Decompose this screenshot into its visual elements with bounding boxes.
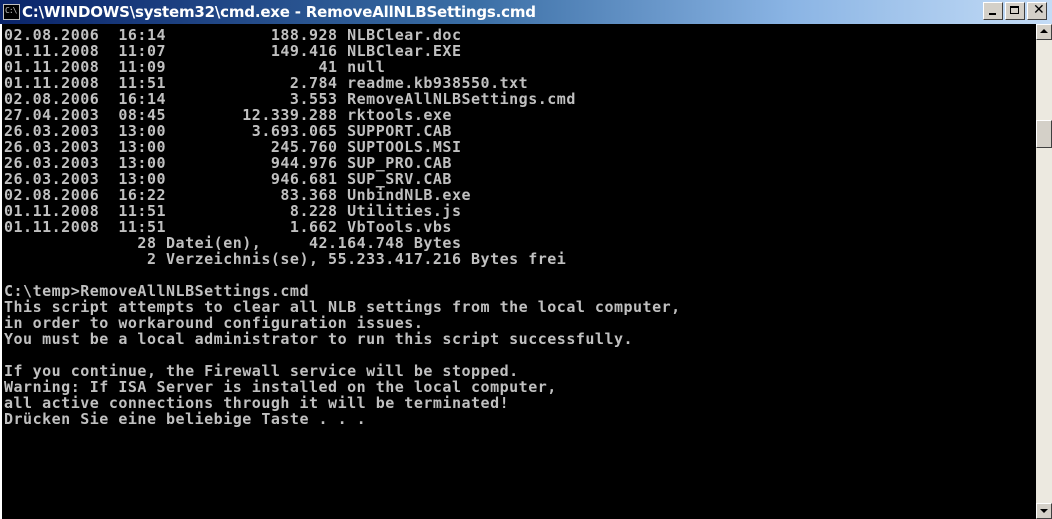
console-icon[interactable]: C:\: [3, 4, 20, 20]
console-line: Warning: If ISA Server is installed on t…: [4, 378, 557, 396]
console-line: You must be a local administrator to run…: [4, 330, 634, 348]
window-title: C:\WINDOWS\system32\cmd.exe - RemoveAllN…: [22, 3, 536, 21]
console-line: 27.04.2003 08:45 12.339.288 rktools.exe: [4, 106, 452, 124]
console-line: Drücken Sie eine beliebige Taste . . .: [4, 410, 367, 428]
console-icon-text: C:\: [5, 6, 17, 15]
title-bar[interactable]: C:\ C:\WINDOWS\system32\cmd.exe - Remove…: [0, 0, 1052, 24]
console-line: C:\temp>RemoveAllNLBSettings.cmd: [4, 282, 309, 300]
console-line: 26.03.2003 13:00 946.681 SUP_SRV.CAB: [4, 170, 452, 188]
maximize-icon[interactable]: [1005, 2, 1025, 20]
console-line: all active connections through it will b…: [4, 394, 510, 412]
scroll-down-icon[interactable]: [1036, 503, 1052, 519]
console-line: 02.08.2006 16:14 188.928 NLBClear.doc: [4, 26, 462, 44]
console-line: If you continue, the Firewall service wi…: [4, 362, 519, 380]
console-line: in order to workaround configuration iss…: [4, 314, 424, 332]
console-line: 2 Verzeichnis(se), 55.233.417.216 Bytes …: [4, 250, 567, 268]
console-line: This script attempts to clear all NLB se…: [4, 298, 681, 316]
console-line: 01.11.2008 11:51 2.784 readme.kb938550.t…: [4, 74, 529, 92]
vertical-scrollbar[interactable]: [1036, 24, 1052, 519]
minimize-icon[interactable]: [983, 2, 1003, 20]
console-line: 26.03.2003 13:00 944.976 SUP_PRO.CAB: [4, 154, 452, 172]
console-line: 26.03.2003 13:00 3.693.065 SUPPORT.CAB: [4, 122, 452, 140]
console-line: 01.11.2008 11:51 1.662 VbTools.vbs: [4, 218, 452, 236]
console-line: 02.08.2006 16:14 3.553 RemoveAllNLBSetti…: [4, 90, 576, 108]
caption-buttons: ✕: [983, 2, 1047, 20]
close-icon[interactable]: ✕: [1027, 2, 1047, 20]
console-output[interactable]: 02.08.2006 16:14 188.928 NLBClear.doc 01…: [2, 24, 1036, 519]
scrollbar-thumb[interactable]: [1036, 120, 1052, 148]
console-line: 28 Datei(en), 42.164.748 Bytes: [4, 234, 462, 252]
console-line: 26.03.2003 13:00 245.760 SUPTOOLS.MSI: [4, 138, 462, 156]
close-glyph: ✕: [1033, 2, 1045, 18]
console-line: 02.08.2006 16:22 83.368 UnbindNLB.exe: [4, 186, 472, 204]
console-line: 01.11.2008 11:09 41 null: [4, 58, 386, 76]
console-line: 01.11.2008 11:51 8.228 Utilities.js: [4, 202, 462, 220]
console-line: 01.11.2008 11:07 149.416 NLBClear.EXE: [4, 42, 462, 60]
scroll-up-icon[interactable]: [1036, 24, 1052, 40]
